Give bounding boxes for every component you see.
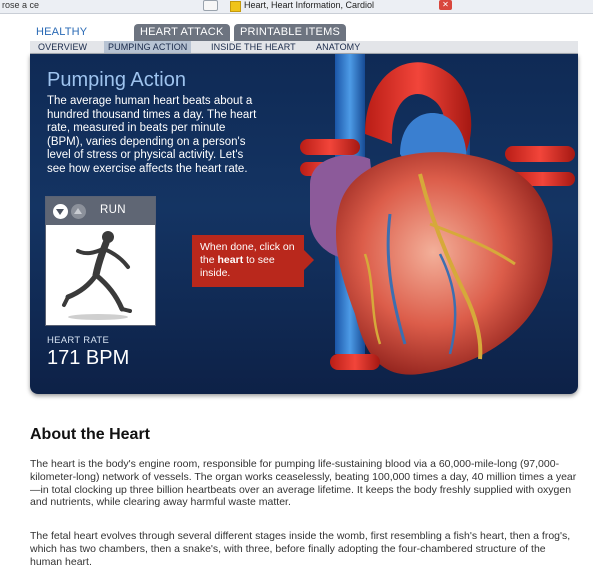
panel-description: The average human heart beats about a hu… — [47, 95, 257, 175]
new-tab-button[interactable] — [203, 0, 218, 11]
panel-title: Pumping Action — [47, 69, 186, 91]
callout-text: When done, click on the heart to see ins… — [200, 241, 296, 280]
heart-rate-value: 171 BPM — [47, 347, 130, 369]
activity-label: RUN — [100, 204, 126, 216]
browser-left-fragment: rose a ce — [2, 0, 40, 10]
tab-healthy-heart[interactable]: HEALTHY HEART — [30, 24, 132, 55]
activity-header: RUN — [46, 197, 155, 225]
about-heading: About the Heart — [30, 426, 150, 443]
subtab-overview[interactable]: OVERVIEW — [34, 41, 91, 53]
runner-illustration — [62, 231, 132, 320]
favicon-icon — [230, 1, 241, 12]
activity-selector: RUN — [45, 196, 156, 326]
browser-tab-title: Heart, Heart Information, Cardiol — [244, 0, 375, 10]
pumping-action-panel: Pumping Action The average human heart b… — [30, 54, 578, 394]
subtab-inside-the-heart[interactable]: INSIDE THE HEART — [207, 41, 300, 53]
tab-heart-attack[interactable]: HEART ATTACK — [134, 24, 230, 41]
subtab-anatomy[interactable]: ANATOMY — [312, 41, 364, 53]
browser-tab[interactable]: Heart, Heart Information, Cardiol ✕ — [226, 0, 456, 12]
browser-tab-strip: rose a ce Heart, Heart Information, Card… — [0, 0, 593, 14]
chevron-down-icon[interactable] — [53, 204, 68, 219]
article-paragraph: The heart is the body's engine room, res… — [30, 458, 577, 509]
chevron-up-icon[interactable] — [71, 204, 86, 219]
tab-printable-items[interactable]: PRINTABLE ITEMS — [234, 24, 346, 41]
callout-heart-word: heart — [217, 254, 244, 266]
right-artery-branch — [505, 146, 575, 162]
heart-rate-label: HEART RATE — [47, 335, 110, 346]
heart-illustration[interactable] — [270, 54, 578, 394]
close-tab-icon[interactable]: ✕ — [439, 0, 452, 10]
click-heart-callout: When done, click on the heart to see ins… — [192, 235, 314, 287]
subtab-pumping-action[interactable]: PUMPING ACTION — [104, 41, 192, 53]
sub-navigation: OVERVIEW PUMPING ACTION INSIDE THE HEART… — [30, 41, 578, 54]
lower-artery — [330, 354, 380, 370]
article-paragraph: The fetal heart evolves through several … — [30, 530, 571, 568]
left-artery-branch — [300, 139, 360, 155]
